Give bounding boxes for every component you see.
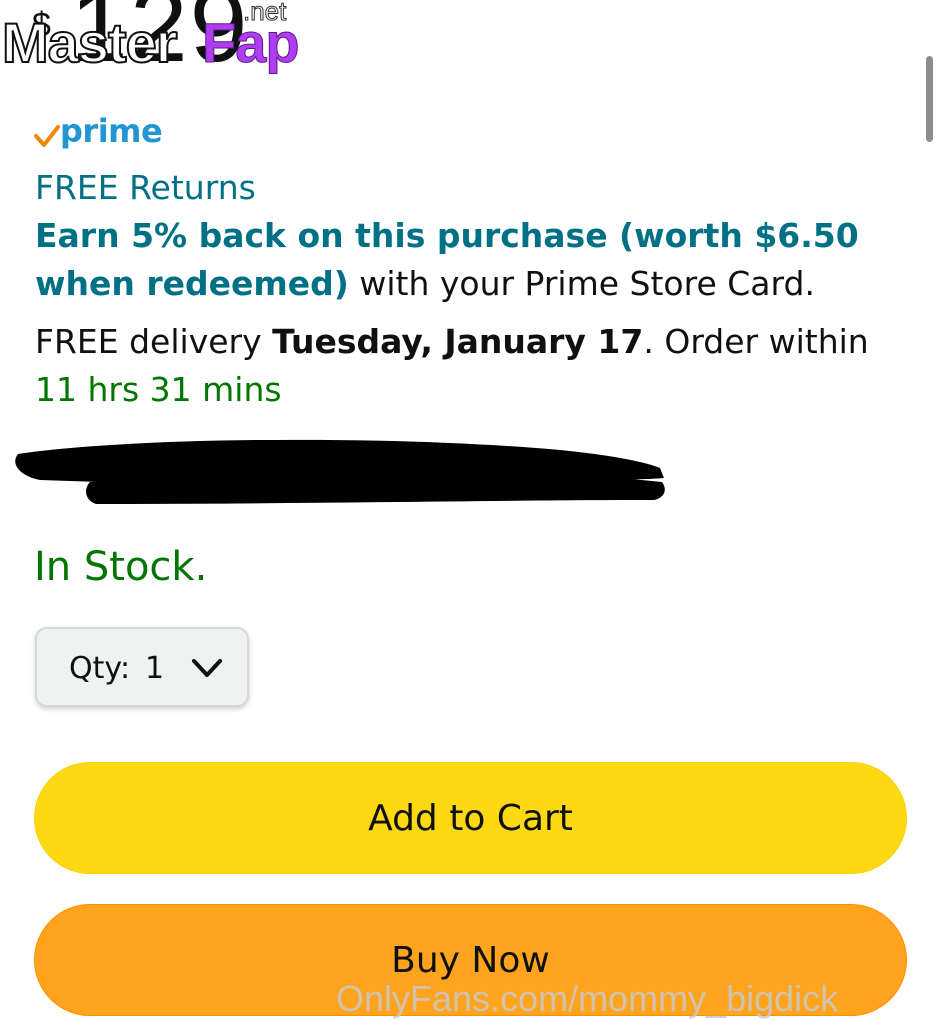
watermark-part-1: Master [1,10,179,75]
delivery-countdown: 11 hrs 31 mins [35,370,282,409]
stock-status: In Stock. [34,544,208,590]
quantity-label: Qty: [69,651,131,686]
redaction-scribble [15,439,665,504]
delivery-middle: . Order within [643,322,869,361]
free-returns-link[interactable]: FREE Returns [35,164,256,212]
buy-now-label: Buy Now [391,940,550,981]
delivery-date: Tuesday, January 17 [272,322,644,361]
prime-check-icon [34,125,60,147]
watermark-part-3: .net [242,0,287,27]
quantity-dropdown[interactable]: Qty: 1 [35,627,249,707]
chevron-down-icon [192,659,222,677]
add-to-cart-label: Add to Cart [368,798,573,839]
watermark-logo: Master Fap .net [0,0,310,84]
quantity-value: 1 [145,651,165,686]
store-card-offer-rest: with your Prime Store Card. [348,264,815,303]
prime-label: prime [60,112,163,150]
footer-watermark: OnlyFans.com/mommy_bigdick [336,978,839,1019]
add-to-cart-button[interactable]: Add to Cart [34,762,907,874]
delivery-info: FREE delivery Tuesday, January 17. Order… [35,318,915,414]
delivery-prefix: FREE delivery [35,322,273,361]
scrollbar-thumb[interactable] [926,56,933,142]
store-card-offer: Earn 5% back on this purchase (worth $6.… [35,212,915,308]
